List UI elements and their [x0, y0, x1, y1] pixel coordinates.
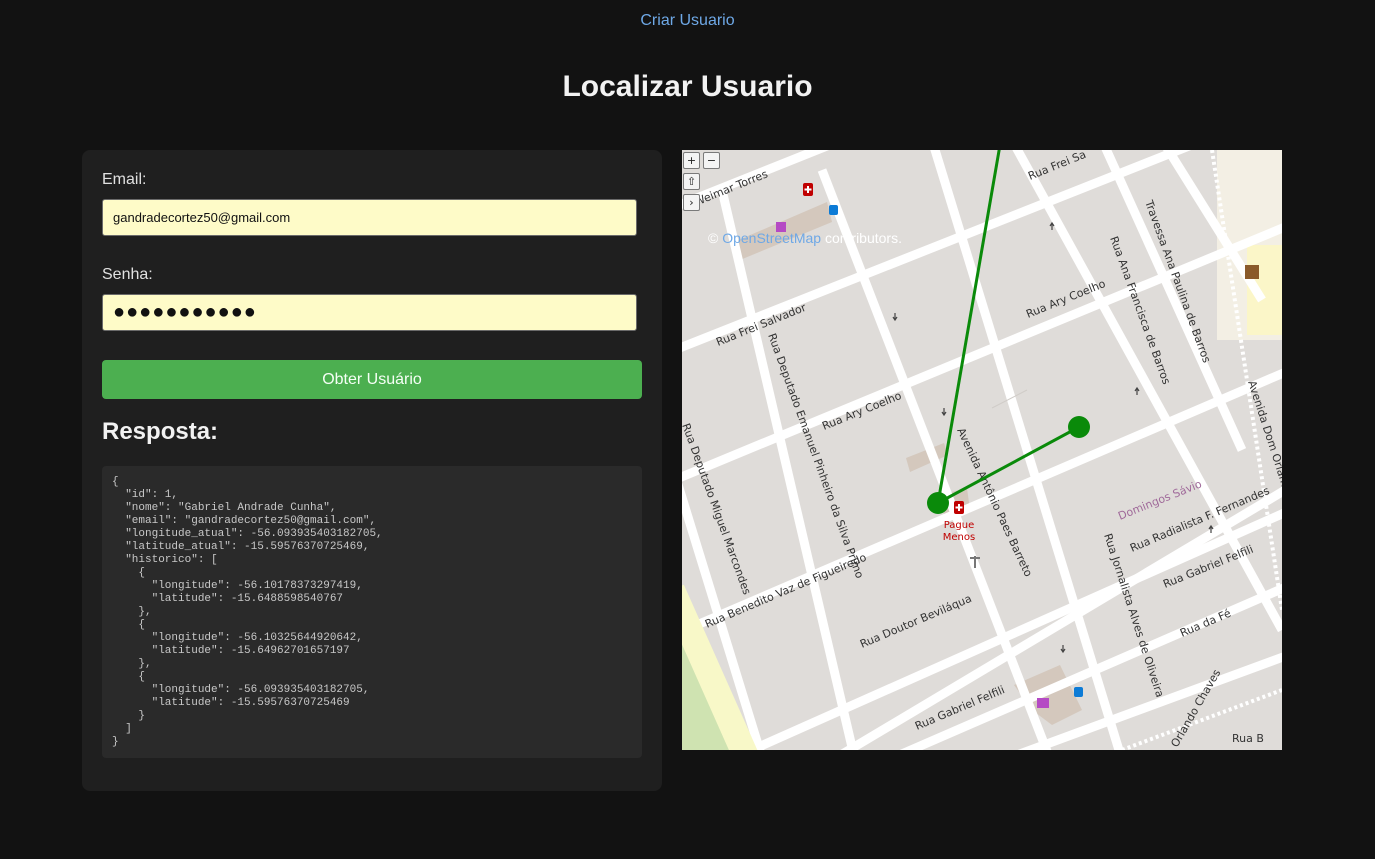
response-title: Resposta:: [102, 418, 219, 445]
osm-link[interactable]: OpenStreetMap: [722, 230, 821, 246]
pharmacy-label: Menos: [943, 532, 975, 543]
attribution-prefix: ©: [708, 230, 723, 246]
get-user-button[interactable]: Obter Usuário: [102, 360, 642, 399]
lookup-panel: Email: Senha: ●●●●●●●●●●● Obter Usuário …: [82, 150, 662, 791]
street-label: Rua Frei Sa: [1026, 150, 1088, 183]
zoom-out-button[interactable]: −: [703, 152, 720, 169]
attribution-suffix: contributors.: [821, 230, 902, 246]
pharmacy-label: Pague: [944, 520, 975, 531]
email-label: Email:: [102, 171, 147, 188]
map-attribution: © OpenStreetMap contributors.: [708, 230, 902, 246]
bus-stop-icon: [829, 205, 838, 215]
create-user-link[interactable]: Criar Usuario: [0, 12, 1375, 30]
email-input[interactable]: [102, 199, 637, 236]
map-view[interactable]: Rua Frei Salvador Rua Deputado Emanuel P…: [682, 150, 1282, 750]
bus-stop-icon: [1074, 687, 1083, 697]
street-label: Rua Doutor Beviláqua: [858, 592, 974, 651]
pharmacy-icon: [954, 501, 964, 514]
response-json: { "id": 1, "nome": "Gabriel Andrade Cunh…: [102, 466, 642, 758]
street-label: Rua Jornalista Alves de Oliveira: [1101, 532, 1166, 699]
password-label: Senha:: [102, 266, 153, 283]
location-marker[interactable]: [927, 492, 949, 514]
zoom-in-button[interactable]: +: [683, 152, 700, 169]
street-label: Orlando Chaves: [1168, 667, 1223, 750]
street-label: Weimar Torres: [692, 167, 770, 208]
shop-icon: [1037, 698, 1049, 708]
rotate-north-icon[interactable]: ⇧: [683, 173, 700, 190]
pharmacy-icon: [803, 183, 813, 196]
location-marker[interactable]: [1068, 416, 1090, 438]
street-label: Rua B: [1232, 732, 1264, 745]
street-label: Rua da Fé: [1178, 607, 1233, 640]
page-title: Localizar Usuario: [562, 70, 813, 103]
expand-icon[interactable]: ›: [683, 194, 700, 211]
street-label: Rua Benedito Vaz de Figueiredo: [703, 551, 869, 631]
theatre-icon: [1245, 265, 1259, 279]
password-input[interactable]: ●●●●●●●●●●●: [102, 294, 637, 331]
